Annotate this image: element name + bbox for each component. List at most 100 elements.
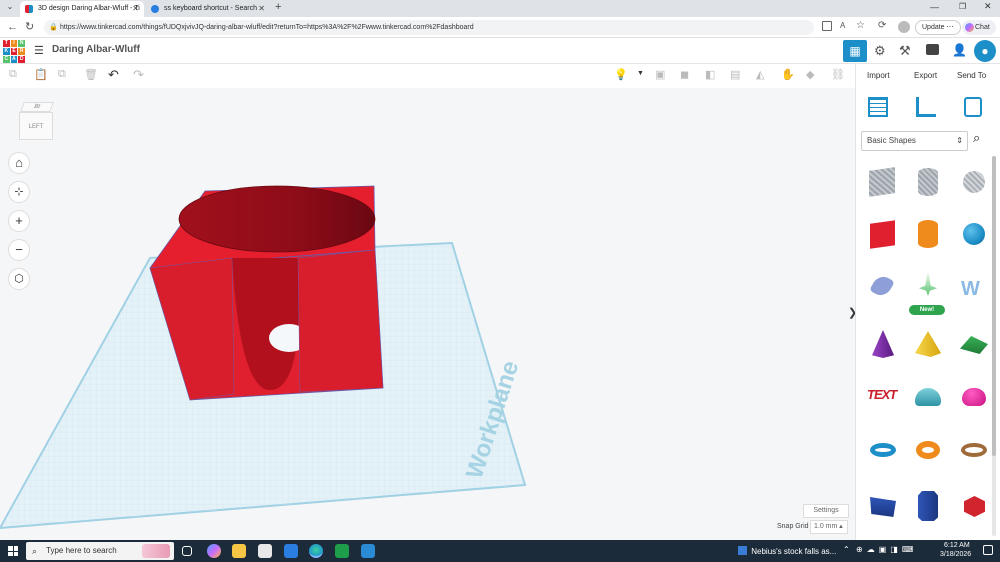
restore-icon[interactable]: ❐ xyxy=(959,2,966,11)
clock-date[interactable]: 3/18/2026 xyxy=(940,551,971,558)
design-menu-icon[interactable]: ☰ xyxy=(34,44,44,57)
copy-icon[interactable]: ⧉ xyxy=(9,68,17,81)
undo-icon[interactable]: ↶ xyxy=(108,67,119,83)
shape-torus[interactable] xyxy=(865,432,901,468)
clock-time[interactable]: 6:12 AM xyxy=(944,542,970,549)
search-icon[interactable]: ⌕ xyxy=(973,130,980,146)
note-icon[interactable]: ▣ xyxy=(655,68,665,81)
import-button[interactable]: Import xyxy=(867,71,890,80)
fit-view-icon[interactable]: ⊹ xyxy=(8,181,30,203)
shape-box-hole[interactable] xyxy=(865,164,901,200)
file-explorer-icon[interactable] xyxy=(232,544,246,558)
news-widget[interactable]: Nebius's stock falls as... xyxy=(738,546,836,556)
close-tab-icon[interactable]: ✕ xyxy=(258,1,265,16)
3d-viewport[interactable]: Workplane Bt LEFT ⌂ ⊹ + − ⬡ Settings Sna… xyxy=(0,88,855,540)
taskbar-search-input[interactable]: ⌕ Type here to search xyxy=(26,542,174,560)
workplane-icon[interactable]: ⛓ xyxy=(831,68,845,81)
copilot-taskbar-icon[interactable] xyxy=(207,544,221,558)
favorite-star-icon[interactable]: ☆ xyxy=(856,20,865,31)
shape-cylinder-hole[interactable] xyxy=(910,164,946,200)
user-avatar[interactable]: ● xyxy=(974,40,996,62)
workplane-tool-icon[interactable] xyxy=(868,97,888,117)
add-user-icon[interactable]: 👤 xyxy=(952,43,967,57)
edge-icon[interactable] xyxy=(309,544,323,558)
browser-tab-active[interactable]: 3D design Daring Albar-Wluff - Ti ✕ xyxy=(20,1,144,17)
shape-ring[interactable] xyxy=(956,432,992,468)
shape-text[interactable]: TEXT xyxy=(865,378,901,414)
3d-view-button[interactable]: ▦ xyxy=(843,40,867,62)
notification-icon[interactable] xyxy=(983,545,993,555)
view-cube-top[interactable]: Bt xyxy=(20,102,54,112)
windows-start-icon[interactable] xyxy=(8,546,18,556)
dropdown-icon[interactable]: ▼ xyxy=(637,70,644,77)
notes-tool-icon[interactable] xyxy=(964,97,982,117)
cruise-icon[interactable]: ✋ xyxy=(781,68,795,81)
projects-icon[interactable] xyxy=(926,44,939,55)
ruler-tool-icon[interactable] xyxy=(916,97,936,117)
shape-box[interactable] xyxy=(865,216,901,252)
scrollbar-thumb[interactable] xyxy=(992,156,996,456)
reader-icon[interactable] xyxy=(822,21,832,31)
light-bulb-icon[interactable]: 💡 xyxy=(614,68,628,81)
shape-sphere-hole[interactable] xyxy=(956,164,992,200)
shape-wedge[interactable] xyxy=(865,489,901,525)
settings-button[interactable]: Settings xyxy=(803,504,849,518)
zoom-out-icon[interactable]: − xyxy=(8,239,30,261)
tray-chevron-icon[interactable]: ⌃ xyxy=(843,545,850,554)
shape-sphere[interactable] xyxy=(956,216,992,252)
mirror-icon[interactable]: ◭ xyxy=(756,68,764,81)
duplicate-icon[interactable]: ⧉ xyxy=(58,68,66,81)
export-button[interactable]: Export xyxy=(914,71,937,80)
flip-icon[interactable]: ◆ xyxy=(806,68,814,81)
snap-grid-select[interactable]: 1.0 mm ▲ xyxy=(810,520,848,534)
store-icon[interactable] xyxy=(258,544,272,558)
shape-paraboloid[interactable] xyxy=(956,378,992,414)
group-icon[interactable]: ◼ xyxy=(680,68,689,81)
send-to-button[interactable]: Send To xyxy=(957,71,986,80)
shape-scribble[interactable] xyxy=(865,268,901,304)
shape-cone[interactable] xyxy=(865,326,901,362)
view-cube-left[interactable]: LEFT xyxy=(19,112,53,140)
read-aloud-icon[interactable]: A xyxy=(840,21,845,30)
shape-pyramid[interactable] xyxy=(910,326,946,362)
close-tab-icon[interactable]: ✕ xyxy=(132,1,139,16)
shape-polygon[interactable] xyxy=(910,489,946,525)
back-icon[interactable]: ← xyxy=(7,17,18,38)
shape-category-select[interactable]: Basic Shapes ⇕ xyxy=(861,131,968,151)
new-tab-icon[interactable]: + xyxy=(275,1,281,13)
shape-generator[interactable] xyxy=(910,268,946,304)
shape-tube[interactable] xyxy=(910,432,946,468)
mail-icon[interactable] xyxy=(284,544,298,558)
shape-half-sphere[interactable] xyxy=(910,378,946,414)
task-view-icon[interactable] xyxy=(182,546,192,556)
panel-collapse-icon[interactable]: ❯ xyxy=(848,306,855,319)
design-title[interactable]: Daring Albar-Wluff xyxy=(52,44,140,55)
perspective-icon[interactable]: ⬡ xyxy=(8,268,30,290)
update-button[interactable]: Update ⋯ xyxy=(915,20,961,35)
extensions-icon[interactable]: ⟳ xyxy=(878,20,886,31)
panel-scrollbar[interactable] xyxy=(992,156,996,536)
redo-icon[interactable]: ↷ xyxy=(133,67,144,83)
url-field[interactable]: 🔒 https://www.tinkercad.com/things/fUDQx… xyxy=(44,20,814,35)
tray-icons[interactable]: ⊕☁▣◨⌨ xyxy=(856,545,917,554)
view-cube[interactable]: Bt LEFT xyxy=(18,102,54,142)
shape-icosahedron[interactable] xyxy=(956,489,992,525)
blocks-icon[interactable]: ⚙ xyxy=(874,43,886,59)
home-view-icon[interactable]: ⌂ xyxy=(8,152,30,174)
delete-icon[interactable]: 🗑 xyxy=(84,68,98,81)
paste-icon[interactable]: 📋 xyxy=(34,68,48,81)
app-icon[interactable] xyxy=(361,544,375,558)
profile-avatar[interactable] xyxy=(898,21,910,33)
tab-actions-icon[interactable]: ⌄ xyxy=(4,2,16,14)
tinkercad-logo[interactable]: T I N K E R C A D xyxy=(3,40,25,63)
shape-roof[interactable] xyxy=(956,326,992,362)
minimize-icon[interactable]: — xyxy=(930,2,939,12)
refresh-icon[interactable]: ↻ xyxy=(25,17,34,38)
shape-cylinder[interactable] xyxy=(910,216,946,252)
sheets-icon[interactable] xyxy=(335,544,349,558)
close-window-icon[interactable]: ✕ xyxy=(984,1,992,12)
ungroup-icon[interactable]: ◧ xyxy=(705,68,715,81)
shape-text-wave[interactable]: W xyxy=(956,268,992,304)
copilot-chat-button[interactable]: Chat xyxy=(962,20,996,35)
browser-tab[interactable]: ss keyboard shortcut - Search ✕ xyxy=(146,1,270,17)
